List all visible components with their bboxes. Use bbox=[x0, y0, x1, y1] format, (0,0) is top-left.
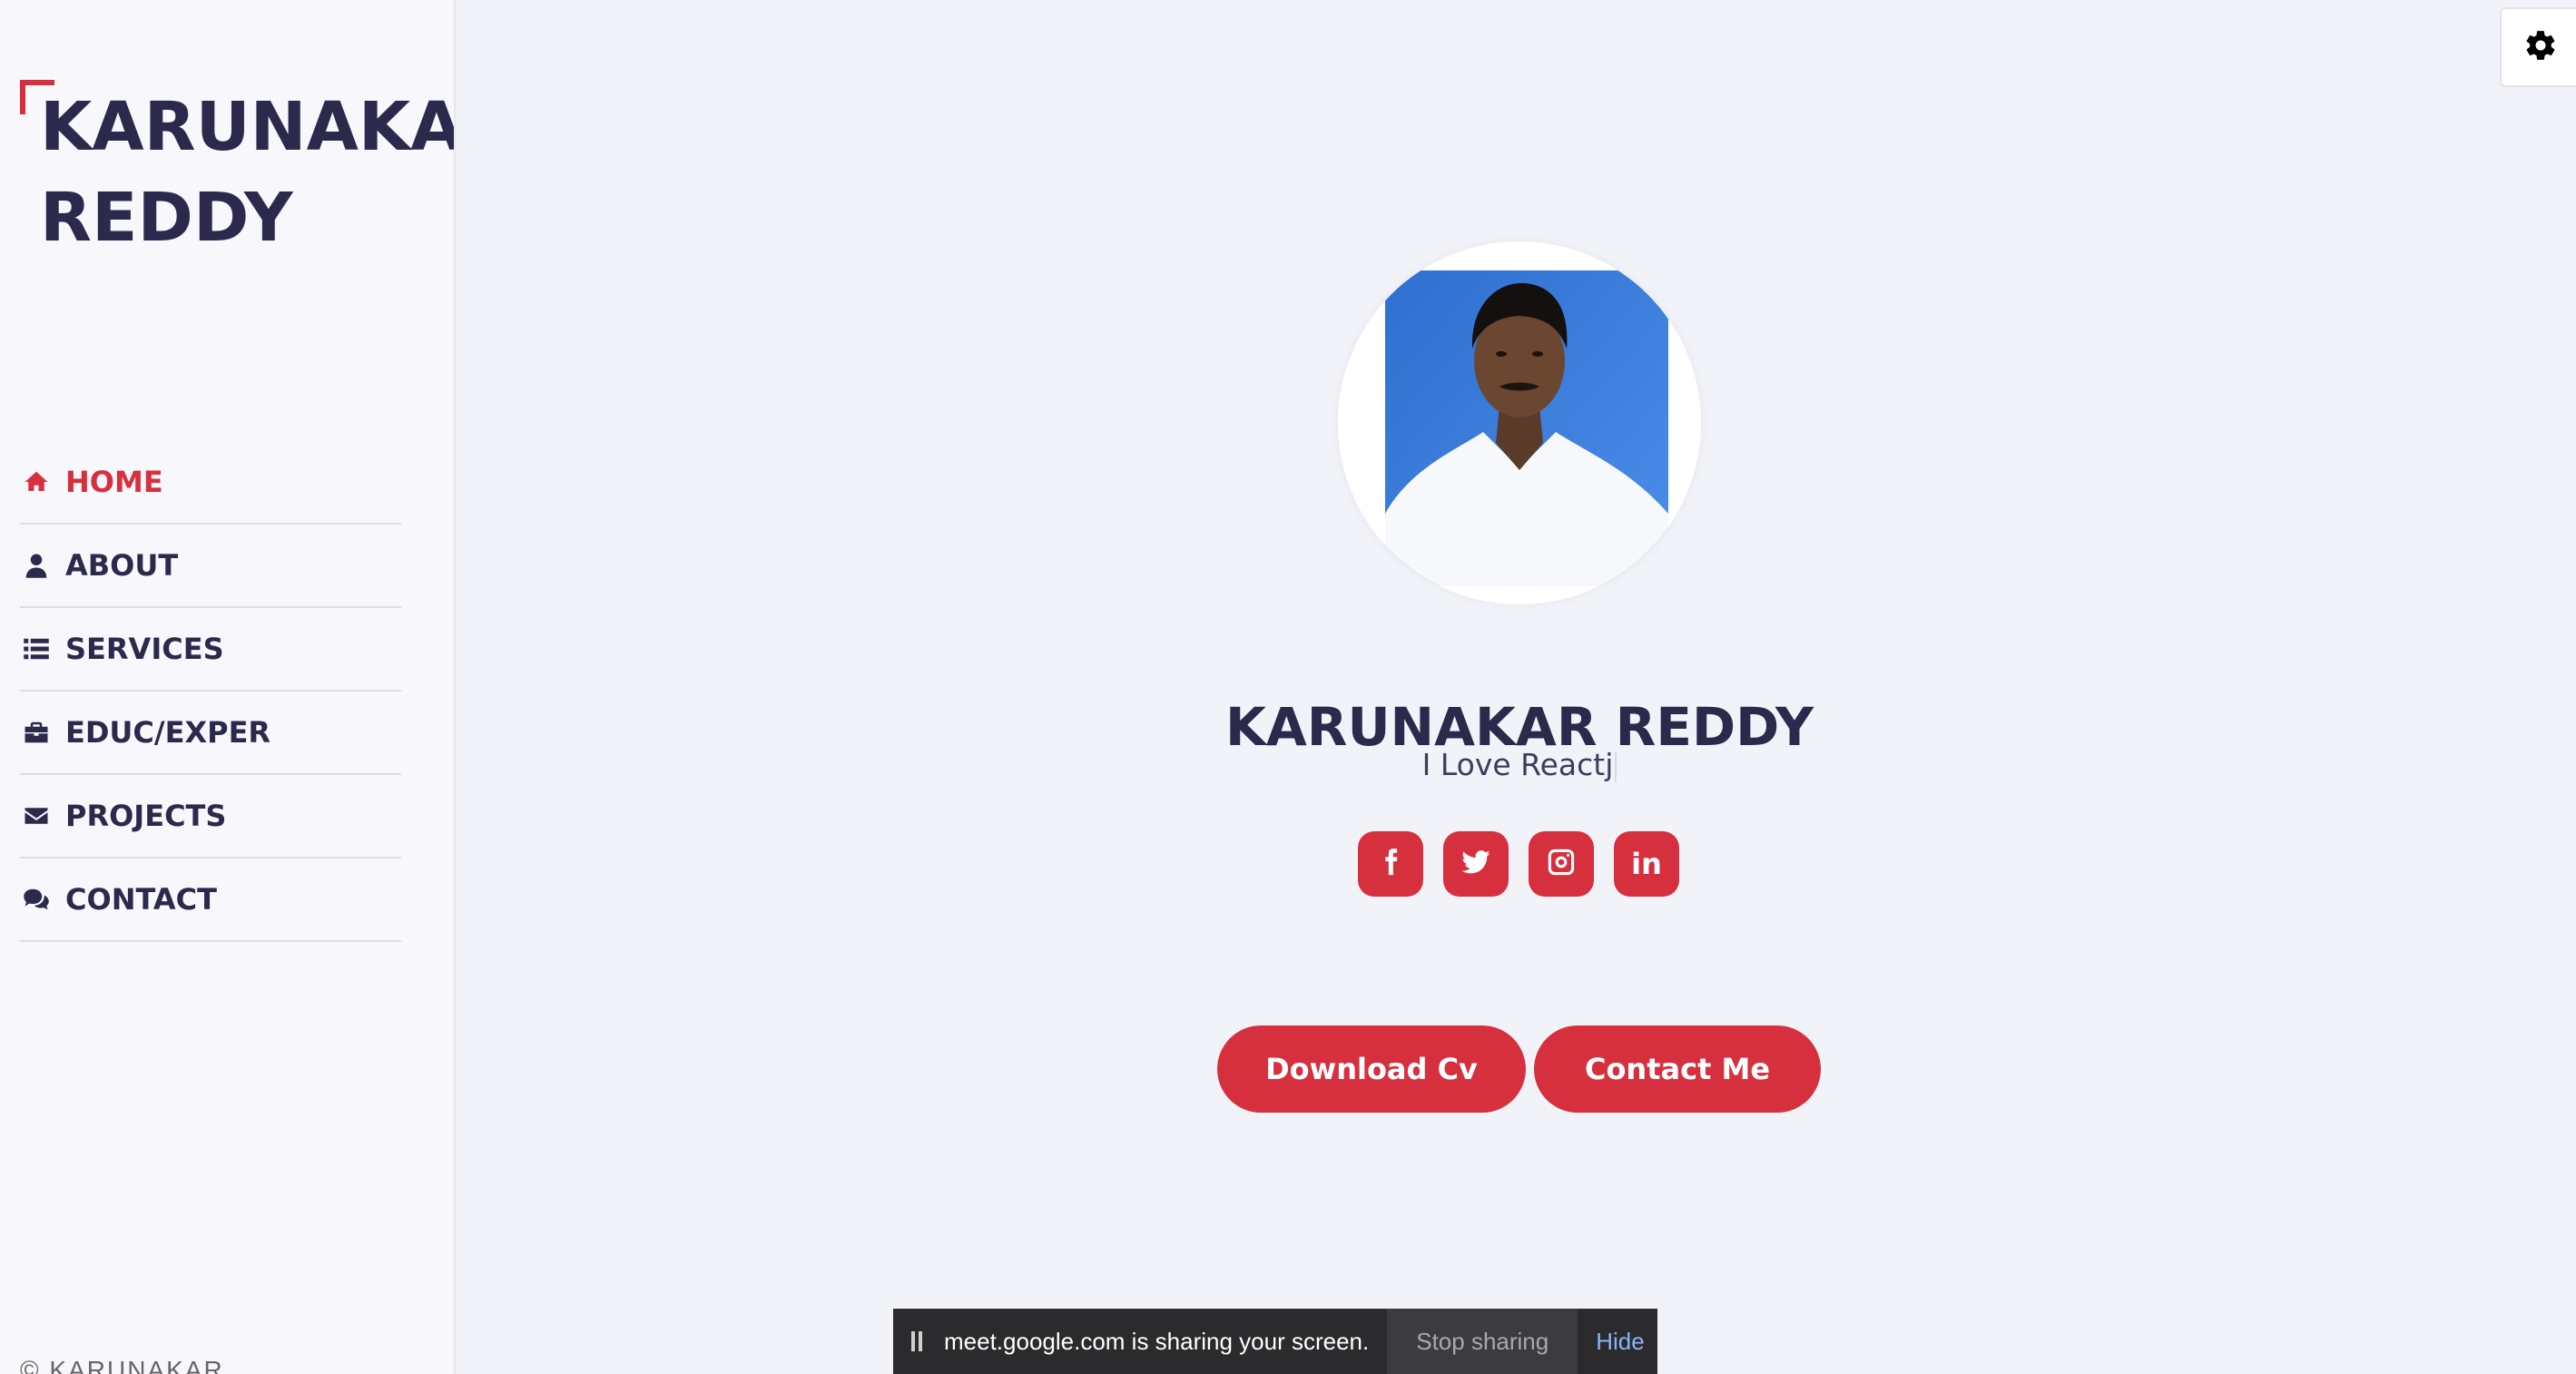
nav-item-label: EDUC/EXPER bbox=[65, 715, 271, 750]
gear-icon bbox=[2523, 28, 2558, 67]
brand-logo-text[interactable]: KARUNAKAR REDDY bbox=[40, 82, 454, 263]
download-cv-button[interactable]: Download Cv bbox=[1217, 1026, 1526, 1113]
social-links: in bbox=[1358, 831, 1679, 897]
profile-tagline: I Love Reactj bbox=[1180, 742, 1859, 788]
nav-item-projects[interactable]: PROJECTS bbox=[20, 775, 401, 859]
briefcase-icon bbox=[20, 716, 53, 749]
typing-caret bbox=[1615, 751, 1617, 782]
nav-item-label: PROJECTS bbox=[65, 799, 227, 833]
nav-item-educ-exper[interactable]: EDUC/EXPER bbox=[20, 692, 401, 775]
comments-icon bbox=[20, 883, 53, 916]
facebook-link[interactable] bbox=[1358, 831, 1423, 897]
settings-button[interactable] bbox=[2500, 7, 2576, 87]
hide-link[interactable]: Hide bbox=[1596, 1328, 1644, 1356]
envelope-icon bbox=[20, 800, 53, 832]
share-message: meet.google.com is sharing your screen. bbox=[944, 1327, 1370, 1355]
twitter-icon bbox=[1460, 847, 1491, 882]
instagram-icon bbox=[1546, 847, 1577, 882]
twitter-link[interactable] bbox=[1443, 831, 1509, 897]
nav-item-label: SERVICES bbox=[65, 632, 224, 666]
profile-avatar bbox=[1338, 241, 1701, 604]
instagram-link[interactable] bbox=[1529, 831, 1594, 897]
nav-item-home[interactable]: HOME bbox=[20, 441, 401, 525]
tagline-text: I Love Reactj bbox=[1421, 747, 1614, 782]
screen-share-bar: meet.google.com is sharing your screen. … bbox=[893, 1309, 1657, 1374]
nav-item-contact[interactable]: CONTACT bbox=[20, 859, 401, 942]
nav-item-about[interactable]: ABOUT bbox=[20, 525, 401, 608]
nav-item-label: HOME bbox=[65, 465, 163, 499]
profile-photo bbox=[1338, 241, 1701, 604]
stop-sharing-button[interactable]: Stop sharing bbox=[1387, 1309, 1578, 1374]
user-icon bbox=[20, 549, 53, 582]
home-icon bbox=[20, 466, 53, 498]
facebook-icon bbox=[1375, 847, 1406, 882]
nav-item-label: ABOUT bbox=[65, 548, 179, 583]
copyright-text: © KARUNAKAR bbox=[20, 1356, 224, 1374]
list-icon bbox=[20, 633, 53, 665]
nav-item-label: CONTACT bbox=[65, 882, 217, 917]
nav-item-services[interactable]: SERVICES bbox=[20, 608, 401, 692]
sidebar: KARUNAKAR REDDY HOME ABOUT SERVICES EDUC… bbox=[0, 0, 456, 1374]
contact-me-button[interactable]: Contact Me bbox=[1534, 1026, 1821, 1113]
linkedin-icon: in bbox=[1631, 847, 1662, 881]
sidebar-nav: HOME ABOUT SERVICES EDUC/EXPER PROJECTS bbox=[20, 441, 401, 942]
linkedin-link[interactable]: in bbox=[1614, 831, 1679, 897]
pause-icon bbox=[911, 1331, 926, 1351]
